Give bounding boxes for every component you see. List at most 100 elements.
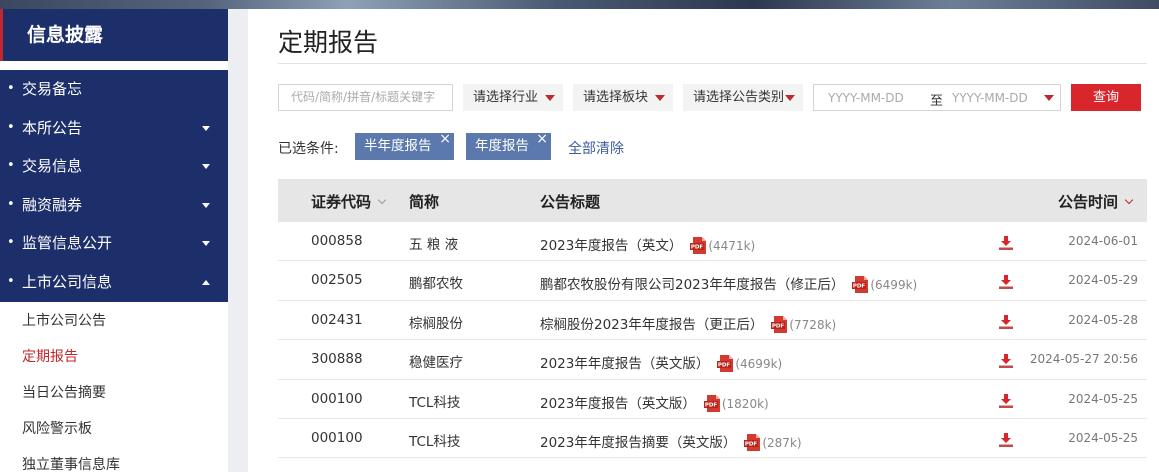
table-row: 000100 TCL科技 2023年年度报告摘要（英文版） PDF (287k) 2024… (278, 419, 1147, 459)
menu-item-trade-memo[interactable]: • 交易备忘 (0, 70, 228, 109)
sidebar: 信息披露 • 交易备忘 • 本所公告 • 交易信息 • 融资融券 • 监管信息公… (0, 9, 228, 472)
cell-code: 002431 (311, 311, 363, 328)
chevron-down-icon (202, 125, 210, 131)
layout-gap (228, 9, 248, 472)
download-icon[interactable] (998, 236, 1014, 250)
cell-code: 300888 (311, 351, 363, 368)
menu-item-label: 交易备忘 (22, 80, 83, 98)
svg-text:PDF: PDF (691, 245, 704, 251)
sidebar-title: 信息披露 (0, 9, 228, 61)
menu-item-listed-company-info[interactable]: • 上市公司信息 (0, 263, 228, 302)
filter-tag-semiannual: 半年度报告 × (355, 131, 454, 160)
submenu-item-risk-warning[interactable]: 风险警示板 (0, 411, 228, 447)
pdf-icon[interactable]: PDF (690, 237, 708, 254)
announcement-title-link[interactable]: 2023年度报告（英文） (540, 238, 682, 254)
cell-name: TCL科技 (409, 394, 461, 411)
announcement-title-link[interactable]: 2023年度报告（英文版） (540, 396, 696, 412)
bullet-icon: • (7, 196, 15, 212)
announcement-title-link[interactable]: 棕榈股份2023年年度报告（更正后） (540, 317, 763, 333)
category-select-label: 请选择公告类别 (693, 90, 785, 105)
submenu-item-company-announcements[interactable]: 上市公司公告 (0, 303, 228, 339)
chevron-down-icon (202, 164, 210, 170)
date-range-picker[interactable]: YYYY-MM-DD 至 YYYY-MM-DD (813, 84, 1061, 111)
main-content: 定期报告 代码/简称/拼音/标题关键字 请选择行业 请选择板块 请选择公告类别 … (248, 9, 1159, 472)
file-size: (4699k) (735, 357, 783, 372)
announcement-title-link[interactable]: 2023年年度报告摘要（英文版） (540, 435, 736, 451)
download-icon[interactable] (998, 433, 1014, 447)
cell-code: 000100 (311, 430, 363, 446)
cell-title: 2023年年度报告摘要（英文版） PDF (287k) (540, 430, 802, 451)
table-row: 000858 五 粮 液 2023年度报告（英文） PDF (4471k) 2024-06… (278, 222, 1147, 262)
dropdown-arrow-icon (655, 95, 665, 101)
file-size: (4471k) (708, 239, 756, 253)
download-icon[interactable] (998, 393, 1014, 408)
file-size: (6499k) (870, 278, 918, 293)
cell-time: 2024-06-01 (1068, 234, 1138, 248)
cell-name: 稳健医疗 (409, 355, 463, 372)
pdf-icon[interactable]: PDF (744, 434, 762, 451)
clear-all-link[interactable]: 全部清除 (568, 138, 624, 158)
cell-time: 2024-05-29 (1068, 273, 1138, 288)
cell-title: 棕榈股份2023年年度报告（更正后） PDF (7728k) (540, 312, 836, 333)
sort-icon (1124, 195, 1134, 205)
menu-item-margin-trading[interactable]: • 融资融券 (0, 186, 228, 225)
board-select[interactable]: 请选择板块 (573, 84, 673, 111)
cell-time: 2024-05-27 20:56 (1029, 352, 1138, 367)
table-header: 证券代码 简称 公告标题 公告时间 (278, 179, 1147, 222)
industry-select-label: 请选择行业 (473, 90, 539, 105)
menu-item-label: 交易信息 (22, 157, 83, 176)
close-icon[interactable]: × (536, 126, 548, 153)
download-icon[interactable] (998, 275, 1014, 290)
menu-item-exchange-notices[interactable]: • 本所公告 (0, 109, 228, 148)
announcement-title-link[interactable]: 鹏都农牧股份有限公司2023年年度报告（修正后） (540, 277, 844, 293)
file-size: (7728k) (789, 317, 837, 332)
bullet-icon: • (7, 158, 15, 174)
pdf-icon[interactable]: PDF (852, 276, 870, 294)
board-select-label: 请选择板块 (583, 90, 649, 105)
menu-item-label: 上市公司信息 (22, 272, 113, 291)
cell-code: 002505 (311, 272, 363, 289)
table-row: 300888 稳健医疗 2023年年度报告（英文版） PDF (4699k) 2024-0… (278, 340, 1147, 380)
search-input[interactable]: 代码/简称/拼音/标题关键字 (278, 84, 453, 111)
pdf-icon[interactable]: PDF (703, 394, 722, 412)
filter-tag-annual: 年度报告 × (466, 131, 551, 160)
file-size: (1820k) (721, 396, 769, 411)
pdf-icon[interactable]: PDF (771, 315, 789, 333)
cell-name: 五 粮 液 (409, 237, 459, 253)
submenu-item-daily-summary[interactable]: 当日公告摘要 (0, 375, 228, 411)
category-select[interactable]: 请选择公告类别 (683, 84, 803, 111)
date-to-input[interactable]: YYYY-MM-DD (952, 91, 1028, 105)
download-icon[interactable] (998, 314, 1014, 329)
close-icon[interactable]: × (439, 126, 451, 153)
table-row: 002505 鹏都农牧 鹏都农牧股份有限公司2023年年度报告（修正后） PDF (64… (278, 261, 1147, 301)
col-header-code[interactable]: 证券代码 (311, 191, 387, 212)
cell-title: 2023年度报告（英文） PDF (4471k) (540, 233, 755, 254)
sidebar-submenu: 上市公司公告 定期报告 当日公告摘要 风险警示板 独立董事信息库 (0, 303, 228, 472)
cell-title: 2023年年度报告（英文版） PDF (4699k) (540, 351, 783, 373)
download-icon[interactable] (998, 354, 1014, 369)
col-header-title: 公告标题 (540, 193, 601, 211)
bullet-icon: • (7, 235, 15, 251)
table-row: 000100 TCL科技 2023年度报告（英文版） PDF (1820k) 2024-0… (278, 380, 1147, 419)
page-title: 定期报告 (278, 28, 379, 57)
menu-item-regulatory-info[interactable]: • 监管信息公开 (0, 224, 228, 263)
cell-code: 000100 (311, 390, 363, 407)
col-header-time[interactable]: 公告时间 (1058, 191, 1134, 212)
query-button[interactable]: 查询 (1071, 84, 1141, 111)
filter-tag-label: 年度报告 (475, 138, 529, 154)
submenu-item-periodic-reports[interactable]: 定期报告 (0, 339, 228, 375)
cell-code: 000858 (311, 233, 363, 249)
industry-select[interactable]: 请选择行业 (463, 84, 563, 111)
menu-item-trade-info[interactable]: • 交易信息 (0, 147, 228, 186)
announcement-title-link[interactable]: 2023年年度报告（英文版） (540, 356, 709, 372)
chevron-down-icon (202, 202, 210, 208)
cell-title: 2023年度报告（英文版） PDF (1820k) (540, 391, 769, 412)
cell-name: TCL科技 (409, 434, 461, 450)
cell-name: 鹏都农牧 (409, 276, 463, 293)
svg-text:PDF: PDF (745, 442, 758, 448)
pdf-icon[interactable]: PDF (717, 355, 735, 373)
date-from-input[interactable]: YYYY-MM-DD (828, 91, 904, 105)
dropdown-arrow-icon (785, 95, 795, 101)
submenu-item-independent-directors[interactable]: 独立董事信息库 (0, 447, 228, 472)
cell-time: 2024-05-28 (1068, 312, 1138, 327)
